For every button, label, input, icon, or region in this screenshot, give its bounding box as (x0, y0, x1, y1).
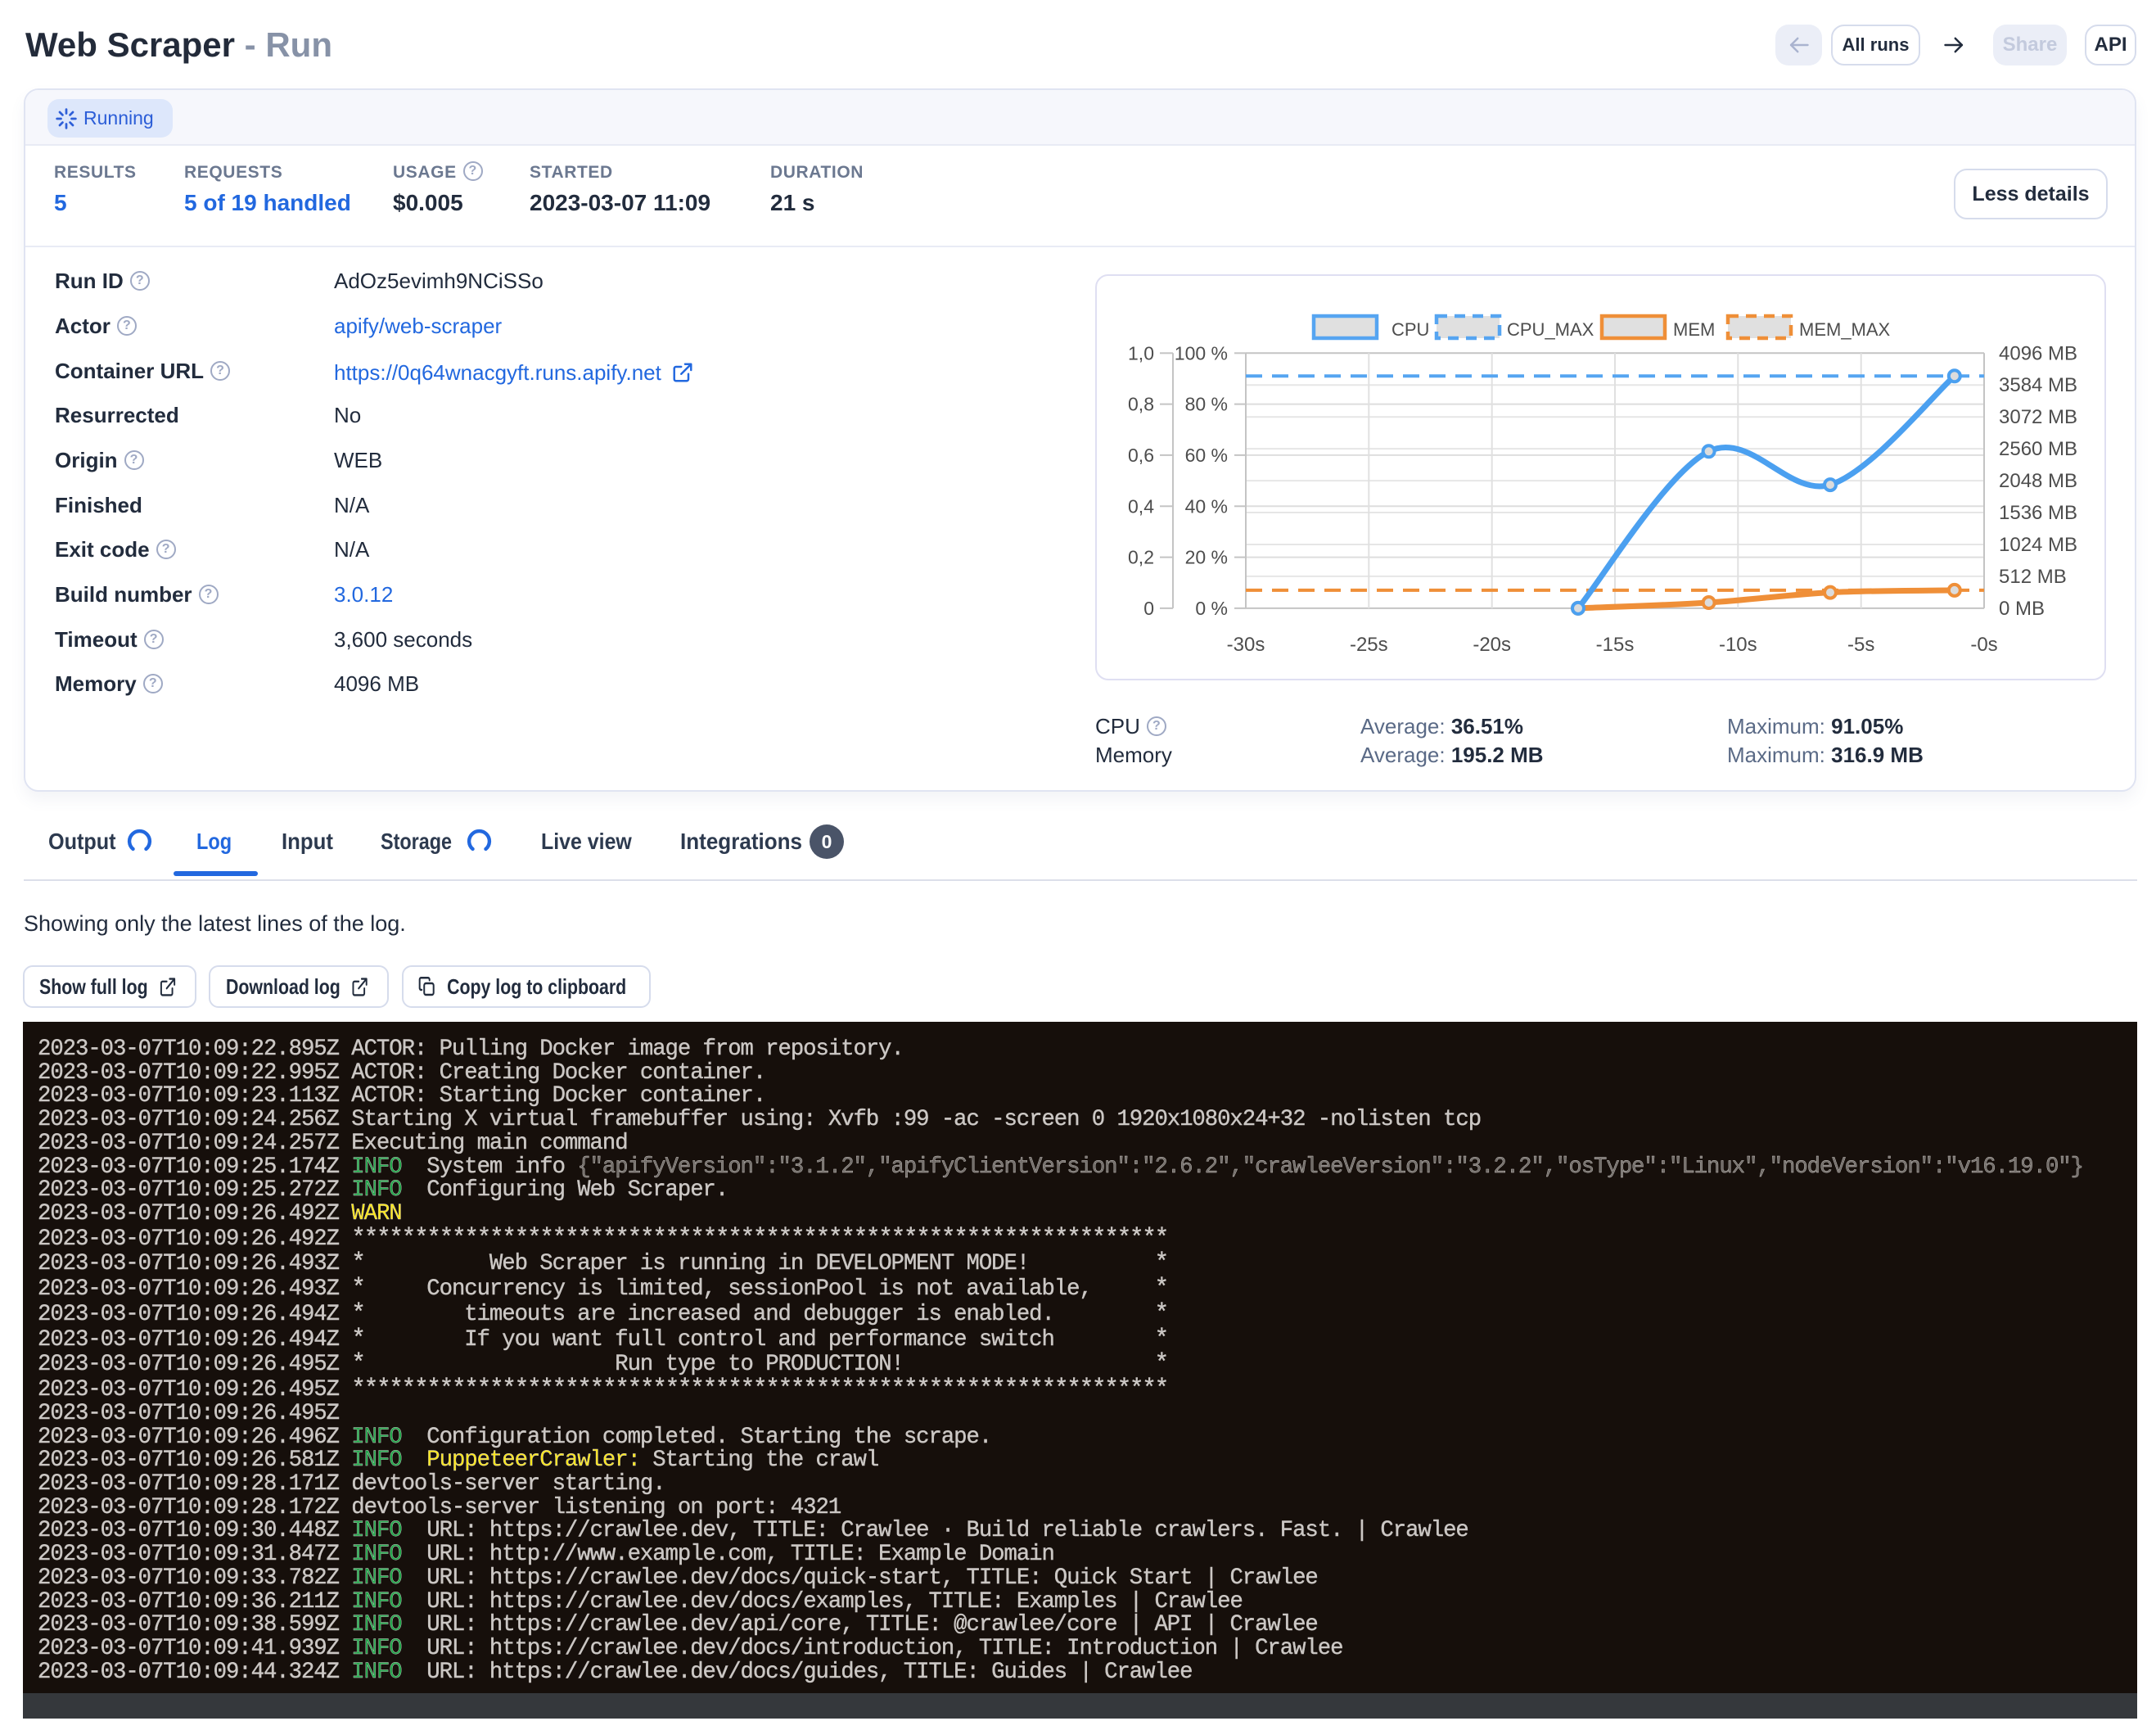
svg-text:100 %: 100 % (1175, 342, 1228, 364)
svg-text:3584 MB: 3584 MB (1999, 374, 2077, 396)
svg-text:0,2: 0,2 (1128, 547, 1154, 568)
svg-text:-25s: -25s (1350, 634, 1388, 656)
svg-text:0,6: 0,6 (1128, 445, 1154, 466)
svg-text:CPU_MAX: CPU_MAX (1507, 319, 1594, 340)
svg-text:1,0: 1,0 (1128, 342, 1154, 364)
svg-text:-10s: -10s (1719, 634, 1757, 656)
svg-text:2560 MB: 2560 MB (1999, 438, 2077, 460)
svg-text:-20s: -20s (1473, 634, 1511, 656)
svg-text:-30s: -30s (1227, 634, 1265, 656)
svg-text:0 %: 0 % (1195, 598, 1228, 619)
svg-text:40 %: 40 % (1185, 495, 1228, 517)
svg-text:0: 0 (1143, 598, 1154, 619)
svg-text:0,8: 0,8 (1128, 394, 1154, 415)
svg-text:CPU: CPU (1391, 319, 1429, 340)
svg-text:4096 MB: 4096 MB (1999, 342, 2077, 364)
svg-text:512 MB: 512 MB (1999, 566, 2067, 588)
svg-text:3072 MB: 3072 MB (1999, 406, 2077, 428)
svg-text:60 %: 60 % (1185, 445, 1228, 466)
svg-text:0 MB: 0 MB (1999, 598, 2045, 620)
svg-text:-5s: -5s (1847, 634, 1874, 656)
svg-text:-0s: -0s (1970, 634, 1997, 656)
svg-text:MEM_MAX: MEM_MAX (1799, 319, 1891, 340)
svg-text:80 %: 80 % (1185, 394, 1228, 415)
svg-text:20 %: 20 % (1185, 547, 1228, 568)
svg-text:0,4: 0,4 (1128, 495, 1154, 517)
svg-text:1536 MB: 1536 MB (1999, 502, 2077, 524)
svg-text:MEM: MEM (1673, 319, 1715, 340)
svg-text:-15s: -15s (1596, 634, 1635, 656)
svg-text:1024 MB: 1024 MB (1999, 534, 2077, 556)
svg-text:2048 MB: 2048 MB (1999, 470, 2077, 492)
